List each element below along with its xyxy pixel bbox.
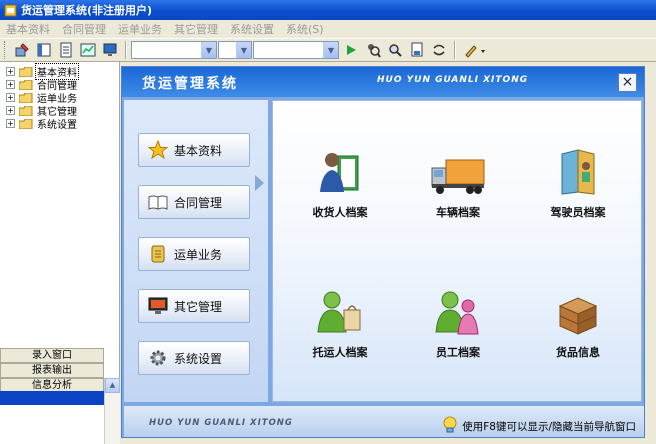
expand-icon[interactable]: + (6, 93, 15, 102)
chevron-down-icon[interactable]: ▼ (323, 42, 338, 58)
scrollbar[interactable]: ▲ (104, 378, 120, 444)
dialog-footer: HUO YUN GUANLI XITONG 使用F8键可以显示/隐藏当前导航窗口 (124, 406, 644, 437)
scroll-icon (148, 244, 168, 264)
expand-icon[interactable]: + (6, 119, 15, 128)
category-basic-info[interactable]: 基本资料 (138, 133, 250, 167)
menu-other[interactable]: 其它管理 (168, 21, 224, 37)
folder-icon (19, 79, 33, 90)
filter-combo-2[interactable]: ▼ (218, 41, 252, 59)
app-icon (4, 4, 17, 17)
active-arrow-icon (255, 175, 264, 191)
item-staff-file[interactable]: 员工档案 (403, 281, 513, 371)
category-label: 合同管理 (174, 195, 223, 210)
category-settings[interactable]: 系统设置 (138, 341, 250, 375)
item-driver-file[interactable]: 驾驶员档案 (523, 141, 633, 231)
refresh-icon[interactable] (430, 41, 448, 59)
category-label: 运单业务 (174, 247, 223, 262)
menu-contract[interactable]: 合同管理 (56, 21, 112, 37)
monitor-icon[interactable] (101, 41, 119, 59)
item-label: 货品信息 (556, 346, 600, 359)
chevron-down-icon[interactable]: ▼ (201, 42, 216, 58)
dialog-pinyin: HUO YUN GUANLI XITONG (377, 75, 529, 85)
navigation-dialog: 货运管理系统 HUO YUN GUANLI XITONG × 基本资料 合同管理… (121, 66, 645, 438)
toolbar: ▼ ▼ ▼ (0, 38, 656, 62)
tree-node-settings[interactable]: + 系统设置 (6, 117, 78, 131)
item-label: 托运人档案 (312, 346, 368, 359)
receiver-icon (285, 141, 395, 196)
item-shipper-file[interactable]: 托运人档案 (285, 281, 395, 371)
folder-icon (19, 118, 33, 129)
footer-pinyin: HUO YUN GUANLI XITONG (149, 418, 293, 428)
report-icon[interactable] (408, 41, 426, 59)
dialog-title: 货运管理系统 (142, 76, 238, 92)
chart-icon[interactable] (79, 41, 97, 59)
tree-view: + 基本资料 + 合同管理 + 运单业务 + 其它管理 + 系统设置 (6, 63, 79, 131)
item-label: 收货人档案 (312, 206, 368, 219)
nav-selected-area (0, 391, 104, 405)
item-goods-info[interactable]: 货品信息 (523, 281, 633, 371)
category-label: 其它管理 (174, 299, 223, 314)
folder-icon (19, 105, 33, 116)
nav-entry-window[interactable]: 录入窗口 (0, 348, 104, 363)
scroll-up-icon[interactable]: ▲ (105, 378, 120, 393)
expand-icon[interactable]: + (6, 67, 15, 76)
computer-icon (148, 296, 168, 316)
search-icon[interactable] (386, 41, 404, 59)
category-other[interactable]: 其它管理 (138, 289, 250, 323)
staff-icon (403, 281, 513, 336)
expand-icon[interactable]: + (6, 80, 15, 89)
category-label: 系统设置 (174, 351, 223, 366)
navigation-pane: + 基本资料 + 合同管理 + 运单业务 + 其它管理 + 系统设置 录入窗口 … (0, 62, 120, 444)
filter-combo-1[interactable]: ▼ (131, 41, 217, 59)
folder-icon (19, 92, 33, 103)
star-icon (148, 140, 168, 160)
crate-icon (523, 281, 633, 336)
close-button[interactable]: × (618, 73, 637, 92)
shipper-icon (285, 281, 395, 336)
dialog-header: 货运管理系统 HUO YUN GUANLI XITONG × (122, 67, 644, 97)
book-icon[interactable] (35, 41, 53, 59)
item-label: 驾驶员档案 (550, 206, 606, 219)
category-contract[interactable]: 合同管理 (138, 185, 250, 219)
tree-label: 系统设置 (37, 120, 77, 131)
menu-settings[interactable]: 系统设置 (224, 21, 280, 37)
window-title: 货运管理系统(非注册用户) (21, 4, 153, 17)
menubar: 基本资料 合同管理 运单业务 其它管理 系统设置 系统(S) (0, 20, 656, 38)
play-icon[interactable] (342, 41, 360, 59)
category-sidebar: 基本资料 合同管理 运单业务 其它管理 系统设置 (124, 100, 268, 402)
nav-report-output[interactable]: 报表输出 (0, 363, 104, 378)
tool-icon[interactable] (13, 41, 31, 59)
expand-icon[interactable]: + (6, 106, 15, 115)
item-label: 员工档案 (436, 346, 480, 359)
truck-icon (403, 141, 513, 196)
footer-tip-text: 使用F8键可以显示/隐藏当前导航窗口 (462, 421, 636, 433)
category-label: 基本资料 (174, 143, 223, 158)
pen-icon[interactable] (462, 41, 488, 59)
close-icon: × (621, 74, 634, 90)
menu-basic-info[interactable]: 基本资料 (0, 21, 56, 37)
lightbulb-icon (442, 416, 458, 437)
open-book-icon (148, 192, 168, 212)
filter-combo-3[interactable]: ▼ (253, 41, 339, 59)
toolbar-separator (125, 41, 127, 59)
toolbar-separator (454, 41, 456, 59)
menu-waybill[interactable]: 运单业务 (112, 21, 168, 37)
toolbar-grip[interactable] (4, 41, 7, 59)
driver-file-icon (523, 141, 633, 196)
folder-open-icon (19, 66, 33, 77)
document-icon[interactable] (57, 41, 75, 59)
footer-tip: 使用F8键可以显示/隐藏当前导航窗口 (442, 416, 636, 437)
menu-system[interactable]: 系统(S) (280, 21, 330, 37)
gear-icon (148, 348, 168, 368)
function-panel: 收货人档案 车辆档案 驾驶员档案 托运人档案 员工档案 货品信息 (272, 100, 642, 402)
item-vehicle-file[interactable]: 车辆档案 (403, 141, 513, 231)
item-label: 车辆档案 (436, 206, 480, 219)
item-receiver-file[interactable]: 收货人档案 (285, 141, 395, 231)
chevron-down-icon[interactable]: ▼ (236, 42, 251, 58)
search-person-icon[interactable] (364, 41, 382, 59)
window-titlebar: 货运管理系统(非注册用户) (0, 0, 656, 20)
category-waybill[interactable]: 运单业务 (138, 237, 250, 271)
